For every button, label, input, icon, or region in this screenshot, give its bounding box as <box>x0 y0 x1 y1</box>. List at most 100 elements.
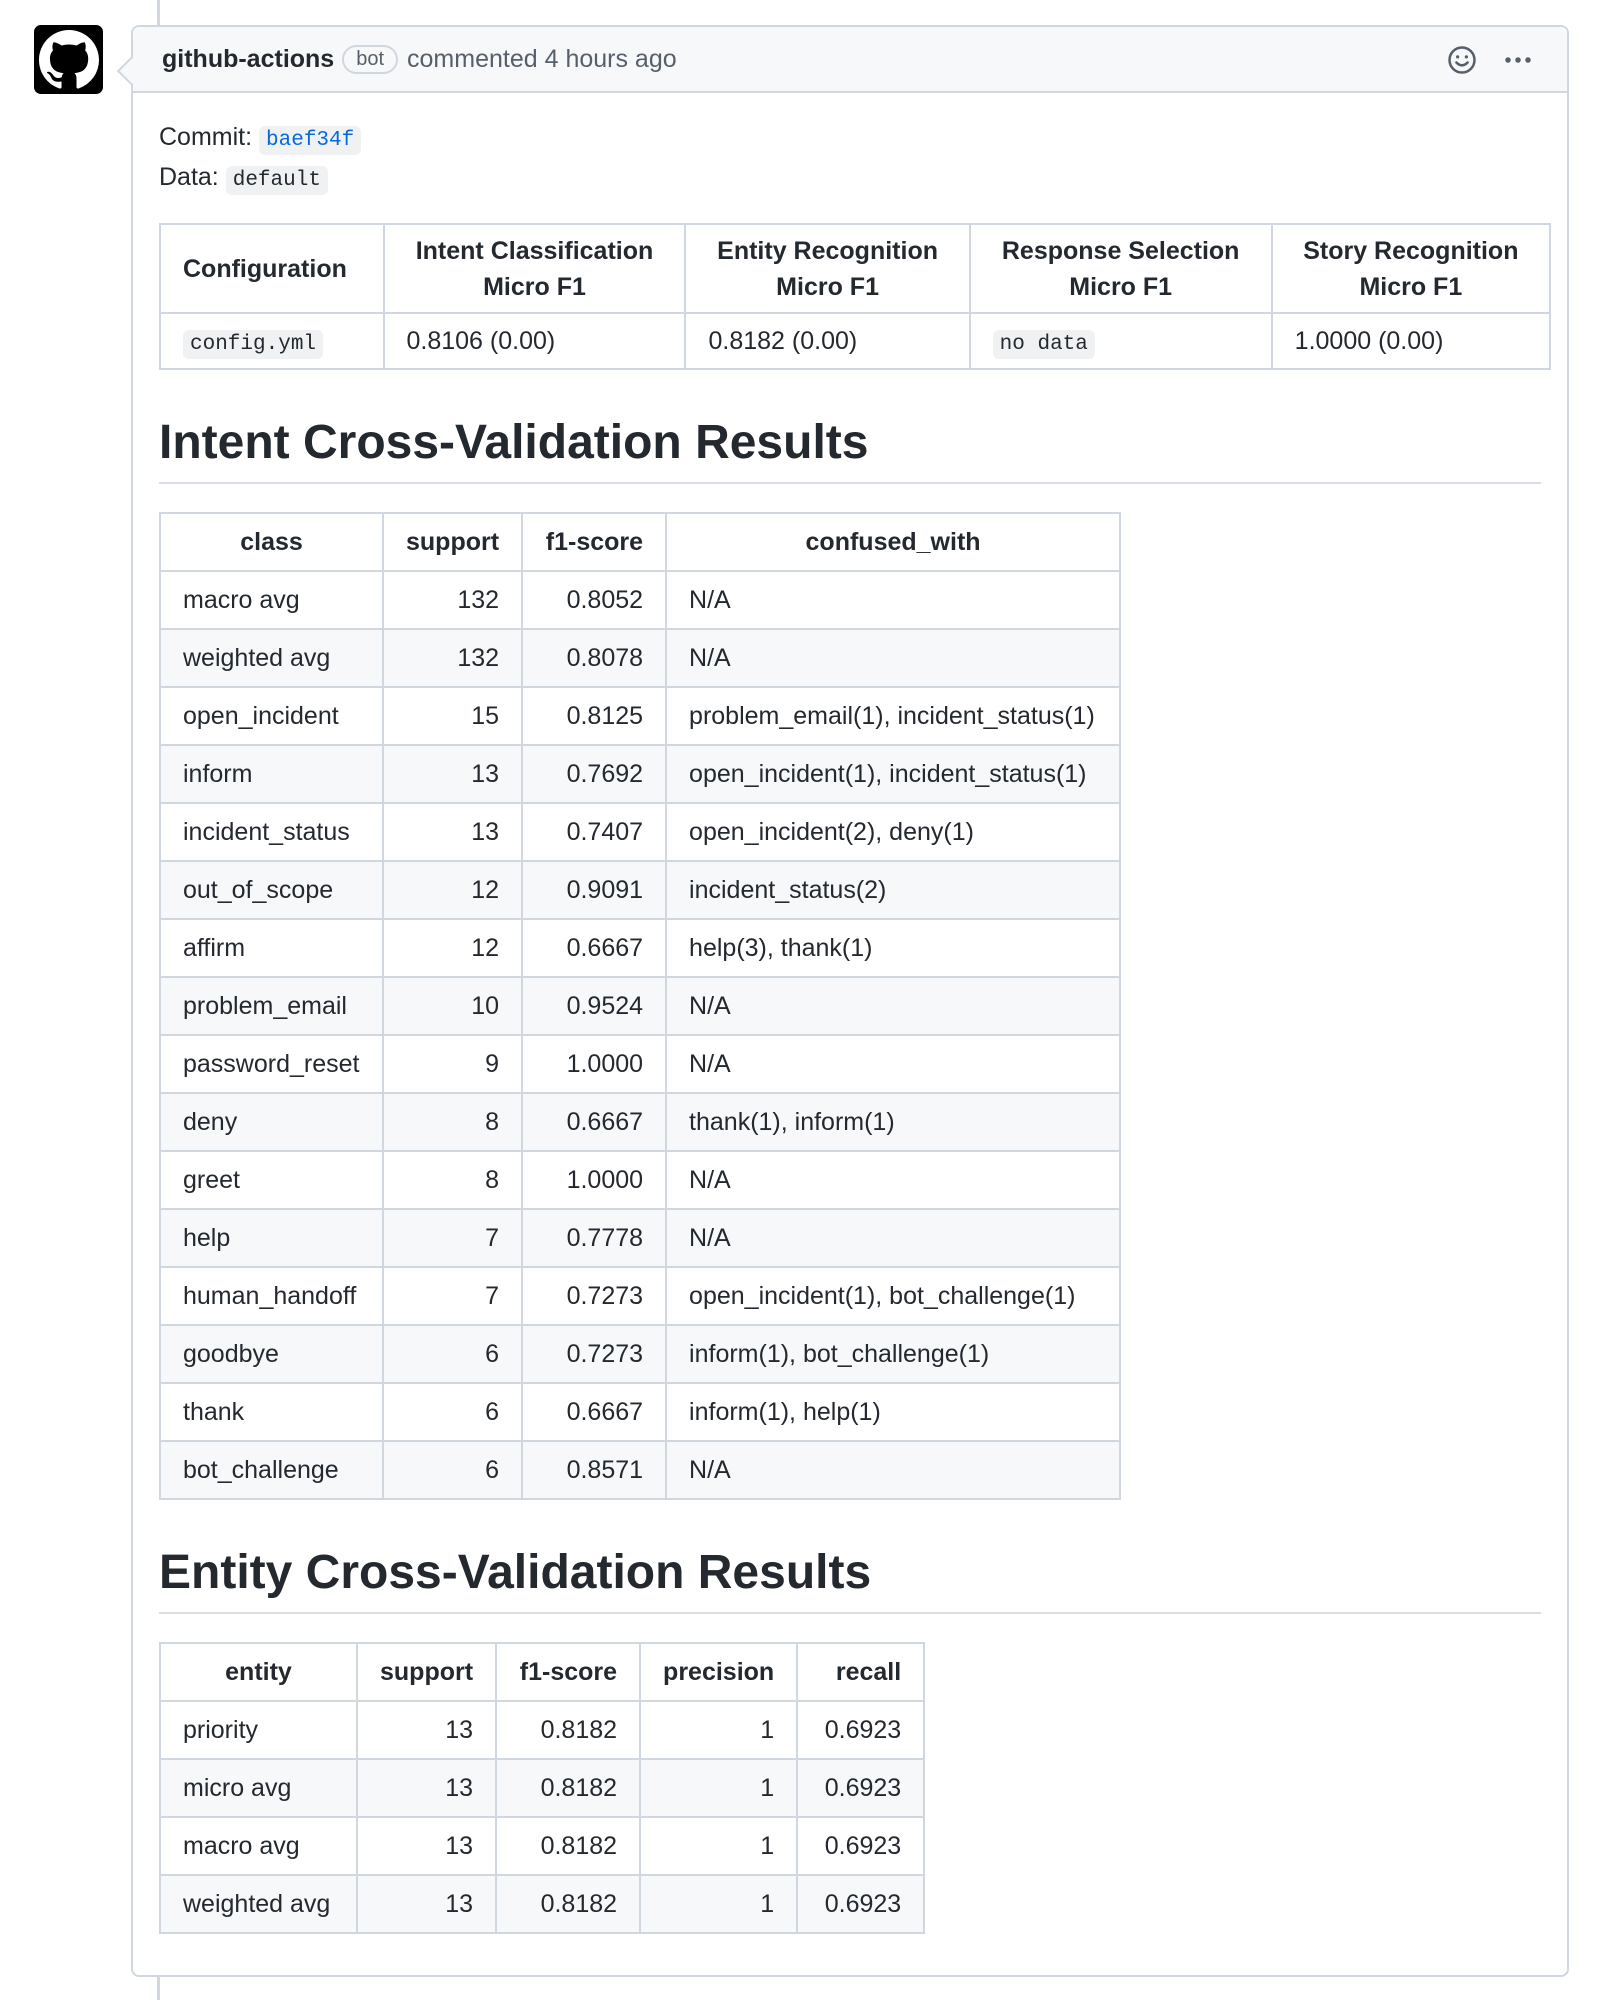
comment-timestamp[interactable]: commented 4 hours ago <box>407 45 677 74</box>
table-cell: deny <box>159 1092 384 1152</box>
table-cell: 0.8182 <box>495 1758 642 1818</box>
bot-badge: bot <box>342 44 399 74</box>
table-row: help 7 0.7778 N/A <box>159 1208 1122 1268</box>
table-cell: 7 <box>381 1208 524 1268</box>
table-cell: priority <box>159 1700 358 1760</box>
table-cell: macro avg <box>159 570 384 630</box>
author-link[interactable]: github-actions <box>162 45 334 74</box>
config-summary-table: Configuration Intent Classification Micro… <box>159 223 1552 370</box>
table-cell: 13 <box>355 1874 498 1934</box>
table-row: inform 13 0.7692 open_incident(1), incident… <box>159 744 1122 804</box>
table-row: bot_challenge 6 0.8571 N/A <box>159 1440 1122 1500</box>
table-cell: 6 <box>381 1324 524 1384</box>
table-cell: 1 <box>639 1874 799 1934</box>
table-cell: 0.8182 <box>495 1700 642 1760</box>
table-row: problem_email 10 0.9524 N/A <box>159 976 1122 1036</box>
table-cell: 13 <box>381 744 524 804</box>
table-cell: 0.6667 <box>521 1382 668 1442</box>
table-cell: 0.7407 <box>521 802 668 862</box>
table-cell: 7 <box>381 1266 524 1326</box>
entity-section-heading: Entity Cross-Validation Results <box>159 1544 1541 1614</box>
table-cell: bot_challenge <box>159 1440 384 1500</box>
column-header: Configuration <box>159 223 385 314</box>
comment-body: Commit: baef34f Data: default Configurat… <box>133 93 1567 1934</box>
column-header: f1-score <box>495 1642 642 1702</box>
column-header: entity <box>159 1642 358 1702</box>
table-row: affirm 12 0.6667 help(3), thank(1) <box>159 918 1122 978</box>
table-row: weighted avg 132 0.8078 N/A <box>159 628 1122 688</box>
intent-section-heading: Intent Cross-Validation Results <box>159 414 1541 484</box>
table-cell: N/A <box>665 570 1122 630</box>
table-cell: 0.7273 <box>521 1266 668 1326</box>
table-cell: 1.0000 (0.00) <box>1270 312 1552 370</box>
table-cell: 0.9091 <box>521 860 668 920</box>
table-cell: help(3), thank(1) <box>665 918 1122 978</box>
table-cell: problem_email(1), incident_status(1) <box>665 686 1122 746</box>
table-cell: 0.8182 <box>495 1816 642 1876</box>
table-cell: weighted avg <box>159 628 384 688</box>
table-cell: 1 <box>639 1816 799 1876</box>
table-row: thank 6 0.6667 inform(1), help(1) <box>159 1382 1122 1442</box>
table-row: weighted avg 13 0.8182 1 0.6923 <box>159 1874 926 1934</box>
table-cell: N/A <box>665 1034 1122 1094</box>
table-cell: open_incident(1), bot_challenge(1) <box>665 1266 1122 1326</box>
kebab-horizontal-icon[interactable] <box>1503 45 1533 75</box>
table-cell: open_incident <box>159 686 384 746</box>
table-row: micro avg 13 0.8182 1 0.6923 <box>159 1758 926 1818</box>
comment-header: github-actions bot commented 4 hours ago <box>133 27 1567 93</box>
table-cell: 0.8052 <box>521 570 668 630</box>
table-row: priority 13 0.8182 1 0.6923 <box>159 1700 926 1760</box>
commit-hash-link[interactable]: baef34f <box>259 126 362 155</box>
table-cell: 0.7778 <box>521 1208 668 1268</box>
table-cell: 13 <box>355 1758 498 1818</box>
table-cell: macro avg <box>159 1816 358 1876</box>
table-cell: 0.6667 <box>521 918 668 978</box>
table-row: open_incident 15 0.8125 problem_email(1), i… <box>159 686 1122 746</box>
table-row: greet 8 1.0000 N/A <box>159 1150 1122 1210</box>
table-cell: config.yml <box>159 312 385 370</box>
table-cell: micro avg <box>159 1758 358 1818</box>
column-header: Entity Recognition Micro F1 <box>684 223 971 314</box>
table-cell: 0.8125 <box>521 686 668 746</box>
table-cell: 13 <box>381 802 524 862</box>
table-cell: 10 <box>381 976 524 1036</box>
table-cell: goodbye <box>159 1324 384 1384</box>
table-cell: N/A <box>665 1208 1122 1268</box>
comment-actions <box>1447 45 1533 75</box>
table-cell: N/A <box>665 628 1122 688</box>
column-header: class <box>159 512 384 572</box>
column-header: f1-score <box>521 512 668 572</box>
table-row: config.yml 0.8106 (0.00) 0.8182 (0.00) n… <box>159 312 1552 370</box>
table-cell: 15 <box>381 686 524 746</box>
table-cell: 1 <box>639 1700 799 1760</box>
table-cell: inform <box>159 744 384 804</box>
table-cell: 13 <box>355 1816 498 1876</box>
table-cell: password_reset <box>159 1034 384 1094</box>
avatar[interactable] <box>34 25 103 94</box>
table-cell: inform(1), help(1) <box>665 1382 1122 1442</box>
table-cell: 9 <box>381 1034 524 1094</box>
smiley-icon[interactable] <box>1447 45 1477 75</box>
table-cell: 13 <box>355 1700 498 1760</box>
table-cell: N/A <box>665 976 1122 1036</box>
table-header-row: Configuration Intent Classification Micro… <box>159 223 1552 314</box>
table-cell: 0.6667 <box>521 1092 668 1152</box>
table-cell: N/A <box>665 1150 1122 1210</box>
data-line: Data: default <box>159 159 1541 199</box>
table-cell: incident_status(2) <box>665 860 1122 920</box>
table-cell: greet <box>159 1150 384 1210</box>
intent-results-table: class support f1-score confused_with mac… <box>159 512 1122 1500</box>
table-cell: 0.7273 <box>521 1324 668 1384</box>
table-cell: 0.6923 <box>796 1758 926 1818</box>
column-header: precision <box>639 1642 799 1702</box>
table-cell: 1.0000 <box>521 1034 668 1094</box>
column-header: confused_with <box>665 512 1122 572</box>
table-cell: affirm <box>159 918 384 978</box>
table-cell: help <box>159 1208 384 1268</box>
column-header: support <box>381 512 524 572</box>
entity-results-table: entity support f1-score precision recall… <box>159 1642 926 1934</box>
table-cell: 6 <box>381 1382 524 1442</box>
table-row: human_handoff 7 0.7273 open_incident(1), bo… <box>159 1266 1122 1326</box>
table-cell: 6 <box>381 1440 524 1500</box>
table-cell: 12 <box>381 918 524 978</box>
